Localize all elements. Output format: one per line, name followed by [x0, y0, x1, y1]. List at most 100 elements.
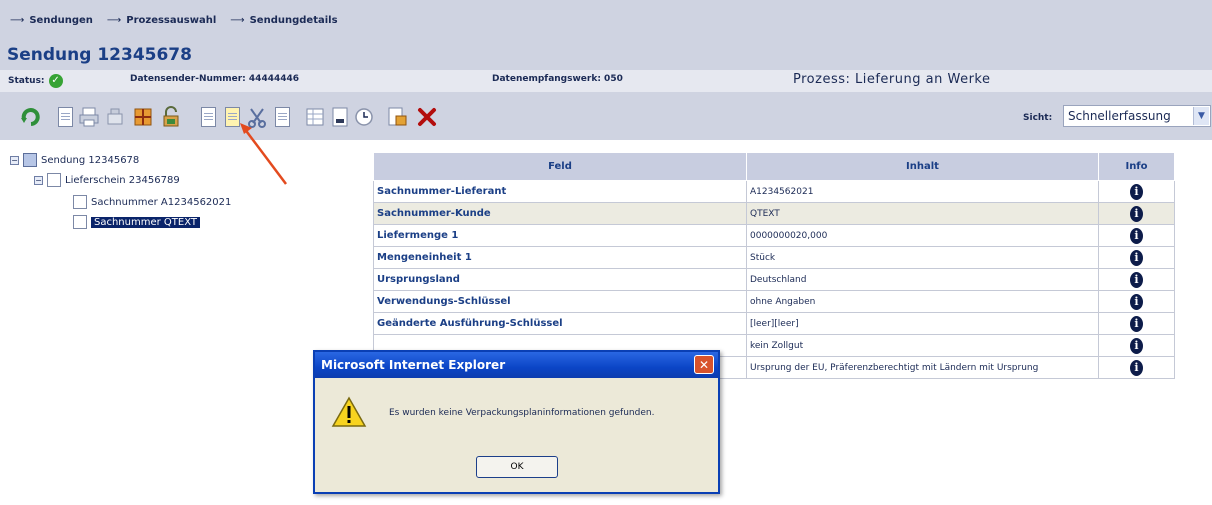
alert-dialog: Microsoft Internet Explorer ✕ Es wurden … [313, 350, 720, 494]
table-icon[interactable] [304, 105, 326, 129]
view-select-value: Schnellerfassung [1068, 109, 1171, 123]
view-select[interactable]: Schnellerfassung ▼ [1063, 105, 1211, 127]
table-row[interactable]: Verwendungs-Schlüssel ohne Angaben i [373, 290, 1175, 313]
page-title: Sendung 12345678 [7, 45, 192, 65]
document-shape [200, 107, 216, 127]
document-icon [73, 195, 87, 209]
table-row[interactable]: Mengeneinheit 1 Stück i [373, 246, 1175, 269]
export-icon[interactable] [329, 105, 351, 129]
refresh-icon[interactable] [20, 105, 42, 129]
unlock-icon[interactable] [160, 105, 182, 129]
table-row[interactable]: Liefermenge 1 0000000020,000 i [373, 224, 1175, 247]
inhalt-cell[interactable]: [leer][leer] [746, 312, 1099, 335]
status-label: Status: [8, 76, 45, 86]
inhalt-cell[interactable]: Ursprung der EU, Präferenzberechtigt mit… [746, 356, 1099, 379]
info-cell: i [1098, 356, 1175, 379]
document-icon [47, 173, 61, 187]
tree-node-label: Sachnummer A1234562021 [91, 196, 232, 208]
info-cell: i [1098, 290, 1175, 313]
info-cell: i [1098, 202, 1175, 225]
view-label: Sicht: [1023, 113, 1053, 123]
table-header-row: Feld Inhalt Info [373, 152, 1175, 181]
inhalt-cell[interactable]: Stück [746, 246, 1099, 269]
info-cell: i [1098, 224, 1175, 247]
receiving-plant: Datenempfangswerk: 050 [492, 74, 623, 84]
arrow-icon: ⟶ [230, 14, 244, 26]
ok-button[interactable]: OK [476, 456, 558, 478]
tree-node-delivery-note[interactable]: − Lieferschein 23456789 [34, 172, 180, 188]
feld-cell: Liefermenge 1 [373, 224, 747, 247]
arrow-icon: ⟶ [10, 14, 24, 26]
feld-cell: Sachnummer-Kunde [373, 202, 747, 225]
column-header-inhalt[interactable]: Inhalt [746, 152, 1099, 181]
table-row[interactable]: Ursprungsland Deutschland i [373, 268, 1175, 291]
info-icon[interactable]: i [1130, 315, 1143, 332]
copy-icon[interactable] [197, 105, 219, 129]
feld-cell: Verwendungs-Schlüssel [373, 290, 747, 313]
clock-icon[interactable] [353, 105, 375, 129]
close-icon[interactable]: ✕ [694, 355, 714, 374]
status-cell: Status: ✓ [8, 74, 63, 88]
info-icon[interactable]: i [1130, 183, 1143, 200]
info-icon[interactable]: i [1130, 227, 1143, 244]
print-icon[interactable] [78, 105, 100, 129]
info-icon[interactable]: i [1130, 249, 1143, 266]
tree-node-part-number-2[interactable]: Sachnummer QTEXT [73, 214, 200, 230]
info-icon[interactable]: i [1130, 271, 1143, 288]
breadcrumb-item-sendungen[interactable]: ⟶ Sendungen [10, 15, 93, 26]
info-icon[interactable]: i [1130, 205, 1143, 222]
collapse-icon[interactable]: − [34, 175, 43, 185]
field-table: Feld Inhalt Info Sachnummer-Lieferant A1… [373, 152, 1175, 379]
inhalt-cell[interactable]: ohne Angaben [746, 290, 1099, 313]
document-icon [73, 215, 87, 229]
truck-icon [23, 153, 37, 167]
tree-node-label: Lieferschein 23456789 [65, 174, 180, 186]
inhalt-cell[interactable]: Deutschland [746, 268, 1099, 291]
info-icon[interactable]: i [1130, 293, 1143, 310]
collapse-icon[interactable]: − [10, 155, 19, 165]
process-label: Prozess: Lieferung an Werke [793, 72, 991, 87]
info-icon[interactable]: i [1130, 359, 1143, 376]
info-cell: i [1098, 180, 1175, 203]
feld-cell: Ursprungsland [373, 268, 747, 291]
delete-icon[interactable] [416, 105, 438, 129]
edit-icon[interactable] [386, 105, 408, 129]
warning-icon [331, 396, 367, 427]
dialog-titlebar[interactable]: Microsoft Internet Explorer ✕ [315, 352, 718, 378]
feld-cell: Geänderte Ausführung-Schlüssel [373, 312, 747, 335]
column-header-feld[interactable]: Feld [373, 152, 747, 181]
breadcrumb-item-sendungdetails[interactable]: ⟶ Sendungdetails [230, 15, 337, 26]
dialog-message: Es wurden keine Verpackungsplaninformati… [389, 408, 655, 418]
inhalt-cell[interactable]: 0000000020,000 [746, 224, 1099, 247]
table-row[interactable]: Geänderte Ausführung-Schlüssel [leer][le… [373, 312, 1175, 335]
inhalt-cell[interactable]: QTEXT [746, 202, 1099, 225]
tree-node-label: Sendung 12345678 [41, 154, 140, 166]
inhalt-cell[interactable]: A1234562021 [746, 180, 1099, 203]
document-icon[interactable] [54, 105, 76, 129]
info-icon[interactable]: i [1130, 337, 1143, 354]
breadcrumb-item-prozessauswahl[interactable]: ⟶ Prozessauswahl [107, 15, 216, 26]
document-shape [57, 107, 73, 127]
info-cell: i [1098, 334, 1175, 357]
info-cell: i [1098, 312, 1175, 335]
grid-icon[interactable] [132, 105, 154, 129]
dialog-title: Microsoft Internet Explorer [321, 358, 506, 372]
info-cell: i [1098, 246, 1175, 269]
tree-node-shipment[interactable]: − Sendung 12345678 [10, 152, 139, 168]
table-row[interactable]: Sachnummer-Lieferant A1234562021 i [373, 180, 1175, 203]
tree-node-part-number-1[interactable]: Sachnummer A1234562021 [73, 194, 231, 210]
green-check-icon: ✓ [48, 74, 63, 88]
scale-icon[interactable] [104, 105, 126, 129]
annotation-arrow-icon [240, 123, 287, 185]
chevron-down-icon[interactable]: ▼ [1193, 107, 1209, 125]
tree-node-label: Sachnummer QTEXT [91, 216, 200, 228]
table-row[interactable]: Sachnummer-Kunde QTEXT i [373, 202, 1175, 225]
breadcrumb-label: Sendungdetails [249, 14, 338, 26]
sender-number: Datensender-Nummer: 44444446 [130, 74, 300, 84]
inhalt-cell[interactable]: kein Zollgut [746, 334, 1099, 357]
feld-cell: Mengeneinheit 1 [373, 246, 747, 269]
info-cell: i [1098, 268, 1175, 291]
column-header-info[interactable]: Info [1098, 152, 1175, 181]
breadcrumb: ⟶ Sendungen ⟶ Prozessauswahl ⟶ Sendungde… [10, 10, 352, 30]
breadcrumb-label: Sendungen [29, 14, 93, 26]
